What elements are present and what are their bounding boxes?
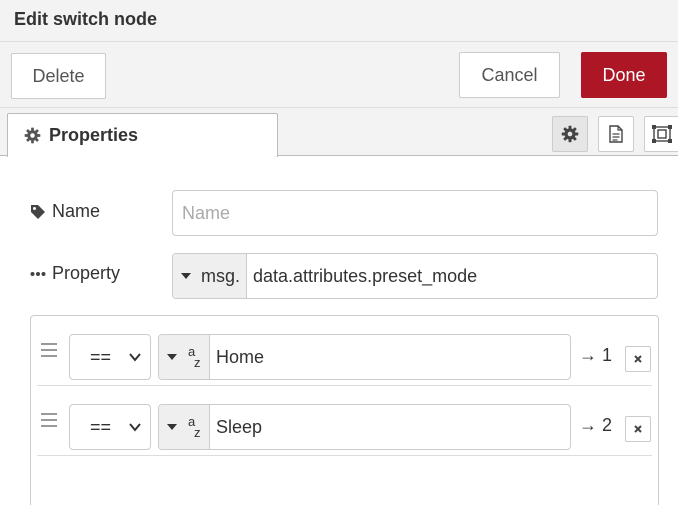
chevron-down-icon [129, 353, 141, 362]
dialog-title: Edit switch node [14, 9, 158, 29]
document-icon [609, 125, 623, 143]
drag-handle-icon[interactable] [41, 413, 57, 427]
property-type-select[interactable]: msg. [173, 254, 248, 298]
rule-value[interactable]: Sleep [210, 405, 262, 449]
tab-description-button[interactable] [598, 116, 634, 152]
remove-rule-button[interactable] [625, 346, 651, 372]
rule-value[interactable]: Home [210, 335, 264, 379]
chevron-down-icon [129, 423, 141, 432]
remove-rule-button[interactable] [625, 416, 651, 442]
property-label: Property [30, 263, 120, 284]
name-label: Name [30, 201, 100, 222]
rule-row: == az Home → 1 [37, 316, 652, 386]
dialog-title-bar: Edit switch node [0, 0, 678, 42]
property-type-label: msg. [201, 265, 241, 286]
caret-down-icon [167, 424, 177, 430]
string-az-icon: az [188, 344, 201, 370]
dots-icon [30, 271, 46, 276]
tab-bar: Properties [0, 108, 678, 157]
drag-handle-icon[interactable] [41, 343, 57, 357]
operator-value: == [90, 416, 112, 437]
gear-icon [561, 125, 579, 143]
frame-icon [652, 125, 672, 143]
rule-type-select[interactable]: az [159, 335, 210, 379]
operator-select[interactable]: == [69, 404, 151, 450]
property-input[interactable]: msg. data.attributes.preset_mode [172, 253, 658, 299]
rule-type-select[interactable]: az [159, 405, 210, 449]
cancel-button[interactable]: Cancel [459, 52, 560, 98]
close-icon [634, 355, 642, 363]
operator-select[interactable]: == [69, 334, 151, 380]
gear-icon [24, 127, 41, 144]
name-input[interactable] [172, 190, 658, 236]
caret-down-icon [167, 354, 177, 360]
property-value[interactable]: data.attributes.preset_mode [247, 254, 477, 298]
rule-row: == az Sleep → 2 [37, 386, 652, 456]
tab-appearance-button[interactable] [644, 116, 678, 152]
close-icon [634, 425, 642, 433]
dialog-toolbar: Delete Cancel Done [0, 42, 678, 108]
operator-value: == [90, 346, 112, 367]
tab-properties-label: Properties [49, 125, 139, 145]
delete-button[interactable]: Delete [11, 53, 106, 99]
property-label-text: Property [52, 263, 121, 283]
done-button[interactable]: Done [581, 52, 667, 98]
tag-icon [31, 204, 45, 219]
rules-list: == az Home → 1 == a z Sleep → 2 [30, 315, 659, 505]
tab-settings-button[interactable] [552, 116, 588, 152]
name-label-text: Name [52, 201, 101, 221]
properties-panel: Name Property msg. data.attributes.prese… [0, 157, 678, 505]
string-az-icon: az [188, 414, 201, 440]
rule-value-input[interactable]: az Home [158, 334, 571, 380]
tab-properties[interactable]: Properties [7, 113, 278, 157]
caret-down-icon [181, 273, 191, 279]
output-port-label: → 1 [579, 345, 613, 365]
output-port-label: → 2 [579, 415, 613, 435]
rule-value-input[interactable]: az Sleep [158, 404, 571, 450]
